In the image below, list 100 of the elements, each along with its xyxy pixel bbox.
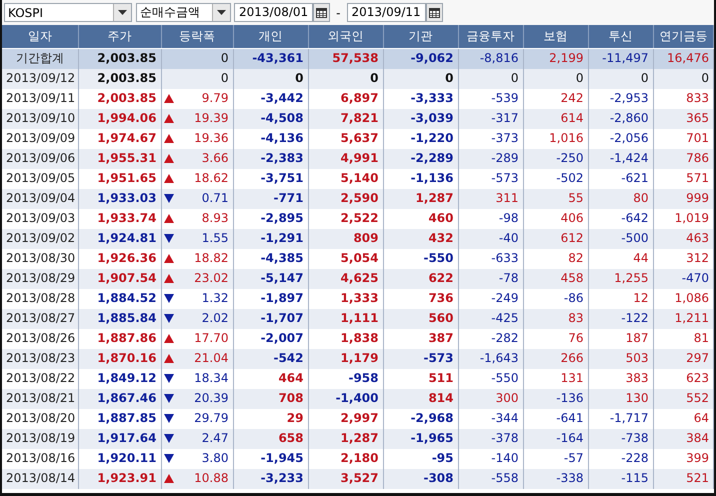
change-value: 2.47 xyxy=(202,430,228,447)
table-cell: 464 xyxy=(233,368,308,388)
table-cell: 1,179 xyxy=(308,348,383,368)
table-cell: -289 xyxy=(458,148,523,168)
column-header[interactable]: 투신 xyxy=(588,25,653,48)
table-cell: 311 xyxy=(458,188,523,208)
table-cell: 2013/09/03 xyxy=(2,208,78,228)
table-cell: 658 xyxy=(233,428,308,448)
table-cell: 130 xyxy=(588,388,653,408)
table-cell: -633 xyxy=(458,248,523,268)
column-header[interactable]: 외국인 xyxy=(308,25,383,48)
change-value: 9.79 xyxy=(202,90,228,107)
table-cell: 300 xyxy=(458,388,523,408)
change-value: 18.82 xyxy=(194,250,228,267)
column-header[interactable]: 주가 xyxy=(78,25,161,48)
table-cell: 1,951.65 xyxy=(78,168,161,188)
table-cell: 458 xyxy=(523,268,588,288)
table-cell: -338 xyxy=(523,468,588,488)
table-cell: 521 xyxy=(653,468,714,488)
table-cell: -98 xyxy=(458,208,523,228)
measure-dropdown[interactable]: 순매수금액 xyxy=(136,3,231,22)
table-cell: -3,233 xyxy=(233,468,308,488)
table-cell: -95 xyxy=(383,448,458,468)
table-cell: -373 xyxy=(458,128,523,148)
table-cell: 81 xyxy=(653,328,714,348)
calendar-icon[interactable] xyxy=(426,3,443,22)
table-cell: -502 xyxy=(523,168,588,188)
table-cell: 2013/08/30 xyxy=(2,248,78,268)
column-header[interactable]: 개인 xyxy=(233,25,308,48)
table-cell: 2,522 xyxy=(308,208,383,228)
table-cell: 55 xyxy=(523,188,588,208)
table-cell: 2013/08/16 xyxy=(2,448,78,468)
table-cell: -558 xyxy=(458,468,523,488)
table-cell: 1,994.06 xyxy=(78,108,161,128)
table-cell: 기간합계 xyxy=(2,48,78,68)
table-cell: 312 xyxy=(653,248,714,268)
table-cell: 0 xyxy=(458,68,523,88)
table-cell: 0 xyxy=(308,68,383,88)
table-cell: 1,849.12 xyxy=(78,368,161,388)
table-cell: -3,333 xyxy=(383,88,458,108)
change-value: 19.39 xyxy=(194,110,228,127)
table-cell: -550 xyxy=(383,248,458,268)
table-cell: -1,400 xyxy=(308,388,383,408)
table-cell: -115 xyxy=(588,468,653,488)
table-cell: 623 xyxy=(653,368,714,388)
column-header[interactable]: 금융투자 xyxy=(458,25,523,48)
table-cell: -542 xyxy=(233,348,308,368)
table-cell: 571 xyxy=(653,168,714,188)
table-cell: -228 xyxy=(588,448,653,468)
table-cell: 786 xyxy=(653,148,714,168)
table-cell: -140 xyxy=(458,448,523,468)
table-cell: -1,945 xyxy=(233,448,308,468)
column-header[interactable]: 기관 xyxy=(383,25,458,48)
table-cell: -43,361 xyxy=(233,48,308,68)
table-cell: 2013/09/06 xyxy=(2,148,78,168)
table-cell: 2013/08/22 xyxy=(2,368,78,388)
table-cell: 297 xyxy=(653,348,714,368)
table-cell: -78 xyxy=(458,268,523,288)
table-cell: -317 xyxy=(458,108,523,128)
table-cell: 0 xyxy=(653,68,714,88)
table-cell: -164 xyxy=(523,428,588,448)
table-cell: 2013/08/23 xyxy=(2,348,78,368)
table-cell: 76 xyxy=(523,328,588,348)
table-cell: -642 xyxy=(588,208,653,228)
table-cell: -2,895 xyxy=(233,208,308,228)
table-cell: 1,287 xyxy=(383,188,458,208)
start-date-field[interactable]: 2013/08/01 xyxy=(234,3,314,22)
table-cell: 1,887.85 xyxy=(78,408,161,428)
table-cell: 1,923.91 xyxy=(78,468,161,488)
table-cell: -5,147 xyxy=(233,268,308,288)
table-cell: -11,497 xyxy=(588,48,653,68)
market-dropdown[interactable]: KOSPI xyxy=(4,3,132,22)
change-value: 23.02 xyxy=(194,270,228,287)
table-cell: 2013/09/02 xyxy=(2,228,78,248)
table-cell: 2,997 xyxy=(308,408,383,428)
table-cell: -4,136 xyxy=(233,128,308,148)
table-cell: 736 xyxy=(383,288,458,308)
column-header[interactable]: 일자 xyxy=(2,25,78,48)
table-cell: -2,968 xyxy=(383,408,458,428)
table-cell: -122 xyxy=(588,308,653,328)
table-cell: 1,924.81 xyxy=(78,228,161,248)
table-cell: -1,897 xyxy=(233,288,308,308)
table-cell: 999 xyxy=(653,188,714,208)
table-cell: 3,527 xyxy=(308,468,383,488)
table-cell: 1,211 xyxy=(653,308,714,328)
table-cell: 511 xyxy=(383,368,458,388)
column-header[interactable]: 보험 xyxy=(523,25,588,48)
table-cell: -621 xyxy=(588,168,653,188)
table-cell: 2,003.85 xyxy=(78,88,161,108)
table-cell: -40 xyxy=(458,228,523,248)
column-header[interactable]: 연기금등 xyxy=(653,25,714,48)
column-header[interactable]: 등락폭 xyxy=(161,25,233,48)
end-date-field[interactable]: 2013/09/11 xyxy=(346,3,426,22)
table-cell: -573 xyxy=(383,348,458,368)
table-cell: 1,917.64 xyxy=(78,428,161,448)
table-cell: 4,991 xyxy=(308,148,383,168)
table-cell: 399 xyxy=(653,448,714,468)
calendar-icon[interactable] xyxy=(313,3,330,22)
table-cell: 1,019 xyxy=(653,208,714,228)
table-cell: -425 xyxy=(458,308,523,328)
